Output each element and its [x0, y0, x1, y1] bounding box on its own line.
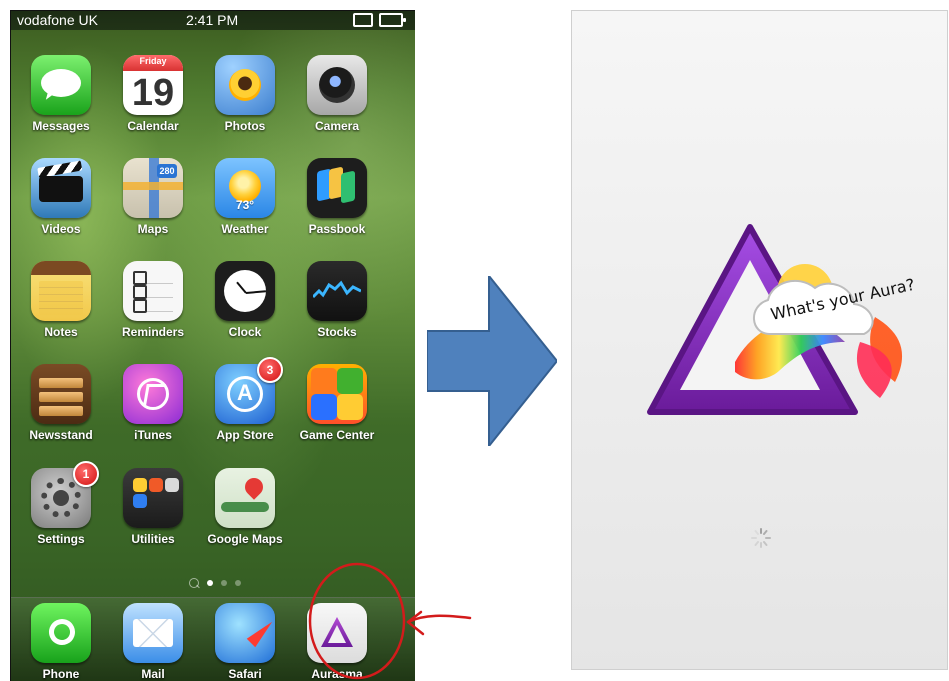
dock-app-aurasma[interactable]: Aurasma — [289, 603, 385, 681]
time-label: 2:41 PM — [186, 12, 239, 28]
camera-icon — [307, 55, 367, 115]
page-indicator[interactable] — [189, 578, 241, 588]
notes-icon — [31, 261, 91, 321]
messages-icon — [31, 55, 91, 115]
safari-icon — [215, 603, 275, 663]
app-label: Game Center — [299, 428, 375, 442]
passbook-icon — [307, 158, 367, 218]
app-google-maps[interactable]: Google Maps — [197, 468, 293, 568]
phone-icon — [31, 603, 91, 663]
app-label: Messages — [32, 119, 90, 133]
app-label: Camera — [314, 119, 360, 133]
app-label: Weather — [221, 222, 269, 236]
loading-spinner-icon — [751, 528, 771, 548]
app-clock[interactable]: Clock — [197, 261, 293, 361]
dock-app-safari[interactable]: Safari — [197, 603, 293, 681]
app-label: Videos — [41, 222, 81, 236]
app-photos[interactable]: Photos — [197, 55, 293, 155]
app-camera[interactable]: Camera — [289, 55, 385, 155]
app-game-center[interactable]: Game Center — [289, 364, 385, 464]
clock-icon — [215, 261, 275, 321]
app-label: Notes — [44, 325, 78, 339]
page-dot-current — [207, 580, 213, 586]
app-stocks[interactable]: Stocks — [289, 261, 385, 361]
maps-icon: 280 — [123, 158, 183, 218]
dock-app-mail[interactable]: Mail — [105, 603, 201, 681]
app-label: Phone — [42, 667, 80, 681]
newsstand-icon — [31, 364, 91, 424]
app-label: Photos — [224, 119, 266, 133]
app-notes[interactable]: Notes — [13, 261, 109, 361]
app-messages[interactable]: Messages — [13, 55, 109, 155]
weather-icon: 73° — [215, 158, 275, 218]
app-weather[interactable]: 73° Weather — [197, 158, 293, 258]
status-bar: vodafone UK 2:41 PM — [11, 10, 415, 30]
app-app-store[interactable]: A 3 App Store — [197, 357, 293, 464]
page-dot — [221, 580, 227, 586]
app-passbook[interactable]: Passbook — [289, 158, 385, 258]
dock-app-phone[interactable]: Phone — [13, 603, 109, 681]
app-label: Reminders — [121, 325, 185, 339]
calendar-date: 19 — [131, 72, 175, 114]
status-icons — [353, 13, 406, 27]
app-reminders[interactable]: Reminders — [105, 261, 201, 361]
screen-mirroring-icon — [353, 13, 373, 27]
app-label: Newsstand — [29, 428, 93, 442]
photos-icon — [215, 55, 275, 115]
notification-badge: 3 — [257, 357, 283, 383]
app-label: iTunes — [134, 428, 172, 442]
google-maps-icon — [215, 468, 275, 528]
app-label: Mail — [141, 667, 165, 681]
app-itunes[interactable]: iTunes — [105, 364, 201, 464]
calendar-day: Friday — [139, 56, 167, 66]
videos-icon — [31, 158, 91, 218]
app-label: Aurasma — [311, 667, 363, 681]
app-label: Google Maps — [207, 532, 283, 546]
app-label: Clock — [228, 325, 262, 339]
mail-icon — [123, 603, 183, 663]
page-dot — [235, 580, 241, 586]
app-newsstand[interactable]: Newsstand — [13, 364, 109, 464]
app-label: Safari — [228, 667, 262, 681]
map-sign: 280 — [157, 164, 177, 178]
aurasma-logo: What's your Aura? — [647, 224, 917, 415]
spotlight-search-icon — [189, 578, 199, 588]
app-label: Utilities — [131, 532, 175, 546]
itunes-icon — [123, 364, 183, 424]
aurasma-icon — [307, 603, 367, 663]
app-calendar[interactable]: Friday 19 Calendar — [105, 55, 201, 155]
app-label: App Store — [216, 428, 274, 442]
app-videos[interactable]: Videos — [13, 158, 109, 258]
app-settings[interactable]: 1 Settings — [13, 461, 109, 568]
weather-temperature: 73° — [235, 198, 255, 212]
battery-icon — [379, 13, 406, 27]
app-label: Passbook — [308, 222, 366, 236]
utilities-folder-icon — [123, 468, 183, 528]
annotation-arrow — [406, 614, 472, 624]
app-label: Calendar — [127, 119, 179, 133]
app-label: Stocks — [317, 325, 357, 339]
notification-badge: 1 — [73, 461, 99, 487]
phone-home-screen: vodafone UK 2:41 PM Messages Friday 19 C… — [11, 10, 415, 681]
transition-arrow-icon — [427, 276, 557, 446]
carrier-label: vodafone UK — [17, 12, 98, 28]
reminders-icon — [123, 261, 183, 321]
app-utilities-folder[interactable]: Utilities — [105, 468, 201, 568]
app-label: Maps — [137, 222, 169, 236]
app-maps[interactable]: 280 Maps — [105, 158, 201, 258]
calendar-icon: Friday 19 — [123, 55, 183, 115]
game-center-icon — [307, 364, 367, 424]
app-label: Settings — [37, 532, 85, 546]
stocks-icon — [307, 261, 367, 321]
